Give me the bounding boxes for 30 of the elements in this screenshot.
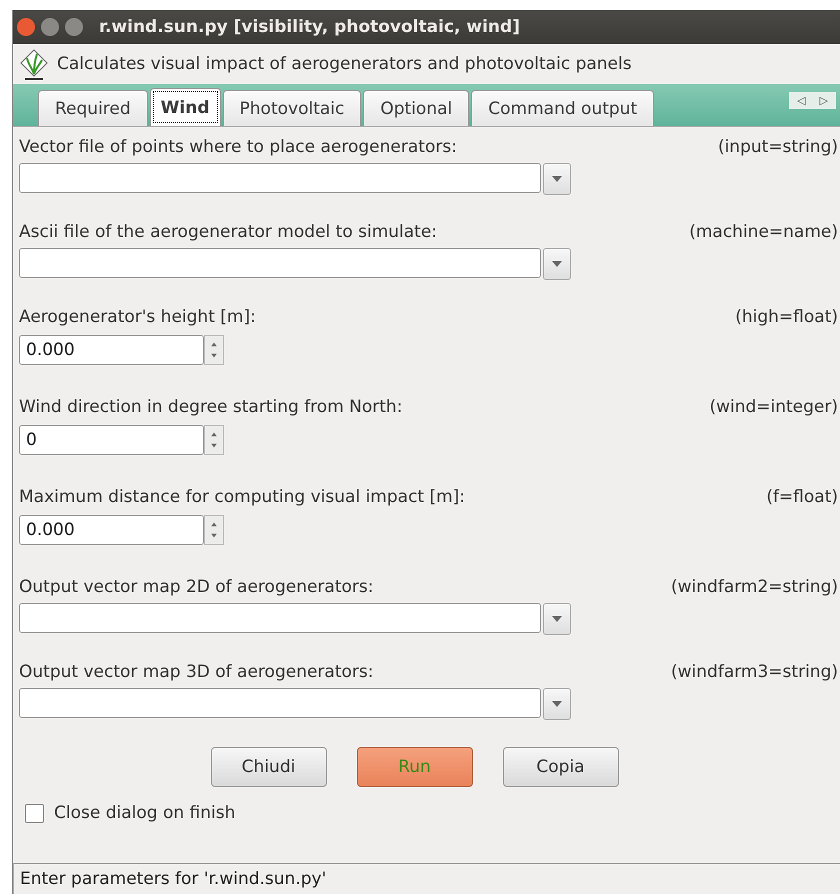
parameter-name: (windfarm2=string) <box>671 577 838 597</box>
parameter-name: (wind=integer) <box>709 397 838 417</box>
tab[interactable]: Command output <box>471 90 654 126</box>
dialog-button[interactable]: Copia <box>502 747 618 787</box>
field-label: Vector file of points where to place aerogenerators: <box>19 137 457 157</box>
field-label: Maximum distance for computing visual impact [m]: <box>19 487 466 507</box>
field-label: Output vector map 3D of aerogenerators: <box>19 662 374 682</box>
dialog-button[interactable]: Chiudi <box>210 747 326 787</box>
checkbox-label: Close dialog on finish <box>54 803 236 823</box>
number-field[interactable]: 0 <box>19 425 204 455</box>
number-field[interactable]: 0.000 <box>19 515 204 545</box>
scroll-left-button[interactable]: ◁ <box>797 94 806 107</box>
field-label: Ascii file of the aerogenerator model to simulate: <box>19 222 438 242</box>
window-title: r.wind.sun.py [visibility, photovoltaic, wind] <box>99 17 520 37</box>
module-description: Calculates visual impact of aerogenerators and photovoltaic panels <box>57 54 632 74</box>
tab[interactable]: Photovoltaic <box>222 90 362 126</box>
tab[interactable]: Required <box>38 90 148 126</box>
tab[interactable]: Optional <box>363 90 470 126</box>
parameter-name: (high=float) <box>735 307 838 327</box>
field-label: Output vector map 2D of aerogenerators: <box>19 577 374 597</box>
parameter-name: (input=string) <box>718 137 838 157</box>
number-field[interactable]: 0.000 <box>19 335 204 365</box>
scroll-right-button[interactable]: ▷ <box>820 94 828 107</box>
field-label: Wind direction in degree starting from North: <box>19 397 402 417</box>
parameter-name: (f=float) <box>766 487 838 507</box>
status-bar: Enter parameters for 'r.wind.sun.py' <box>13 863 840 894</box>
field-label: Aerogenerator's height [m]: <box>19 307 256 327</box>
tab[interactable]: Wind <box>150 88 221 126</box>
parameter-name: (machine=name) <box>689 222 838 242</box>
parameter-name: (windfarm3=string) <box>671 662 838 682</box>
